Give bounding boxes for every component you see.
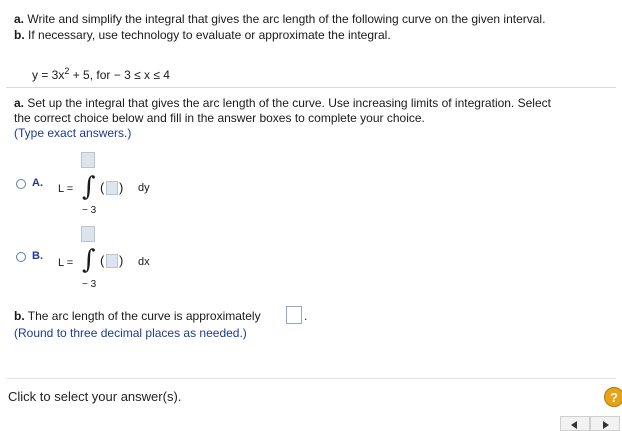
question-a-text: Write and simplify the integral that giv…	[27, 12, 546, 26]
choice-b-close-paren: )	[119, 253, 124, 268]
choice-a-integral-sign: ∫	[82, 172, 96, 202]
choice-b-radio[interactable]	[16, 252, 26, 262]
choice-a-lhs: L =	[58, 183, 74, 195]
part-b-hint: (Round to three decimal places as needed…	[14, 326, 247, 340]
choice-b-integrand-box[interactable]	[106, 254, 118, 268]
part-a-instruction-line1: a. Set up the integral that gives the ar…	[14, 96, 551, 110]
part-a-instruction-line2: the correct choice below and fill in the…	[14, 111, 425, 125]
question-a-prefix: a.	[14, 12, 25, 26]
choice-a-integrand-box[interactable]	[106, 181, 118, 195]
curve-equation: y = 3x2 + 5, for − 3 ≤ x ≤ 4	[32, 66, 170, 82]
equation-rhs: + 5, for − 3 ≤ x ≤ 4	[72, 68, 170, 82]
chevron-left-icon	[571, 421, 577, 429]
part-a-hint: (Type exact answers.)	[14, 126, 132, 140]
choice-a-close-paren: )	[119, 180, 124, 195]
choice-b-integral-sign: ∫	[82, 245, 96, 275]
footer-divider	[6, 378, 616, 379]
arc-length-answer-box[interactable]	[286, 306, 302, 324]
chevron-right-icon	[603, 421, 609, 429]
divider	[6, 87, 616, 88]
choice-a-radio[interactable]	[16, 179, 26, 189]
choice-b-open-paren: (	[100, 253, 105, 268]
choice-b-upper-limit-box[interactable]	[81, 226, 95, 242]
part-a-prefix: a.	[14, 96, 25, 110]
next-arrow-button[interactable]	[590, 416, 620, 431]
part-b-text: The arc length of the curve is approxima…	[27, 309, 261, 323]
equation-exponent: 2	[64, 66, 70, 76]
choice-a-lower-limit: − 3	[82, 205, 97, 216]
equation-lhs: y = 3x	[32, 68, 65, 82]
choice-a-label[interactable]: A.	[32, 177, 43, 189]
part-b-period: .	[304, 309, 308, 323]
help-icon[interactable]: ?	[604, 387, 622, 407]
question-line-b: b. If necessary, use technology to evalu…	[14, 28, 391, 42]
part-b-prefix: b.	[14, 309, 25, 323]
question-b-prefix: b.	[14, 28, 25, 42]
question-line-a: a. Write and simplify the integral that …	[14, 12, 545, 26]
footer-instruction: Click to select your answer(s).	[8, 389, 182, 404]
question-b-text: If necessary, use technology to evaluate…	[28, 28, 391, 42]
choice-b-label[interactable]: B.	[32, 250, 43, 262]
choice-a-differential: dy	[138, 182, 150, 194]
part-b-instruction: b. The arc length of the curve is approx…	[14, 309, 261, 323]
part-a-text1: Set up the integral that gives the arc l…	[27, 96, 551, 110]
choice-b-differential: dx	[138, 256, 150, 268]
prev-arrow-button[interactable]	[560, 416, 590, 431]
choice-a-upper-limit-box[interactable]	[81, 152, 95, 168]
choice-a-open-paren: (	[100, 180, 105, 195]
choice-b-lower-limit: − 3	[82, 279, 97, 290]
choice-b-lhs: L =	[58, 257, 74, 269]
